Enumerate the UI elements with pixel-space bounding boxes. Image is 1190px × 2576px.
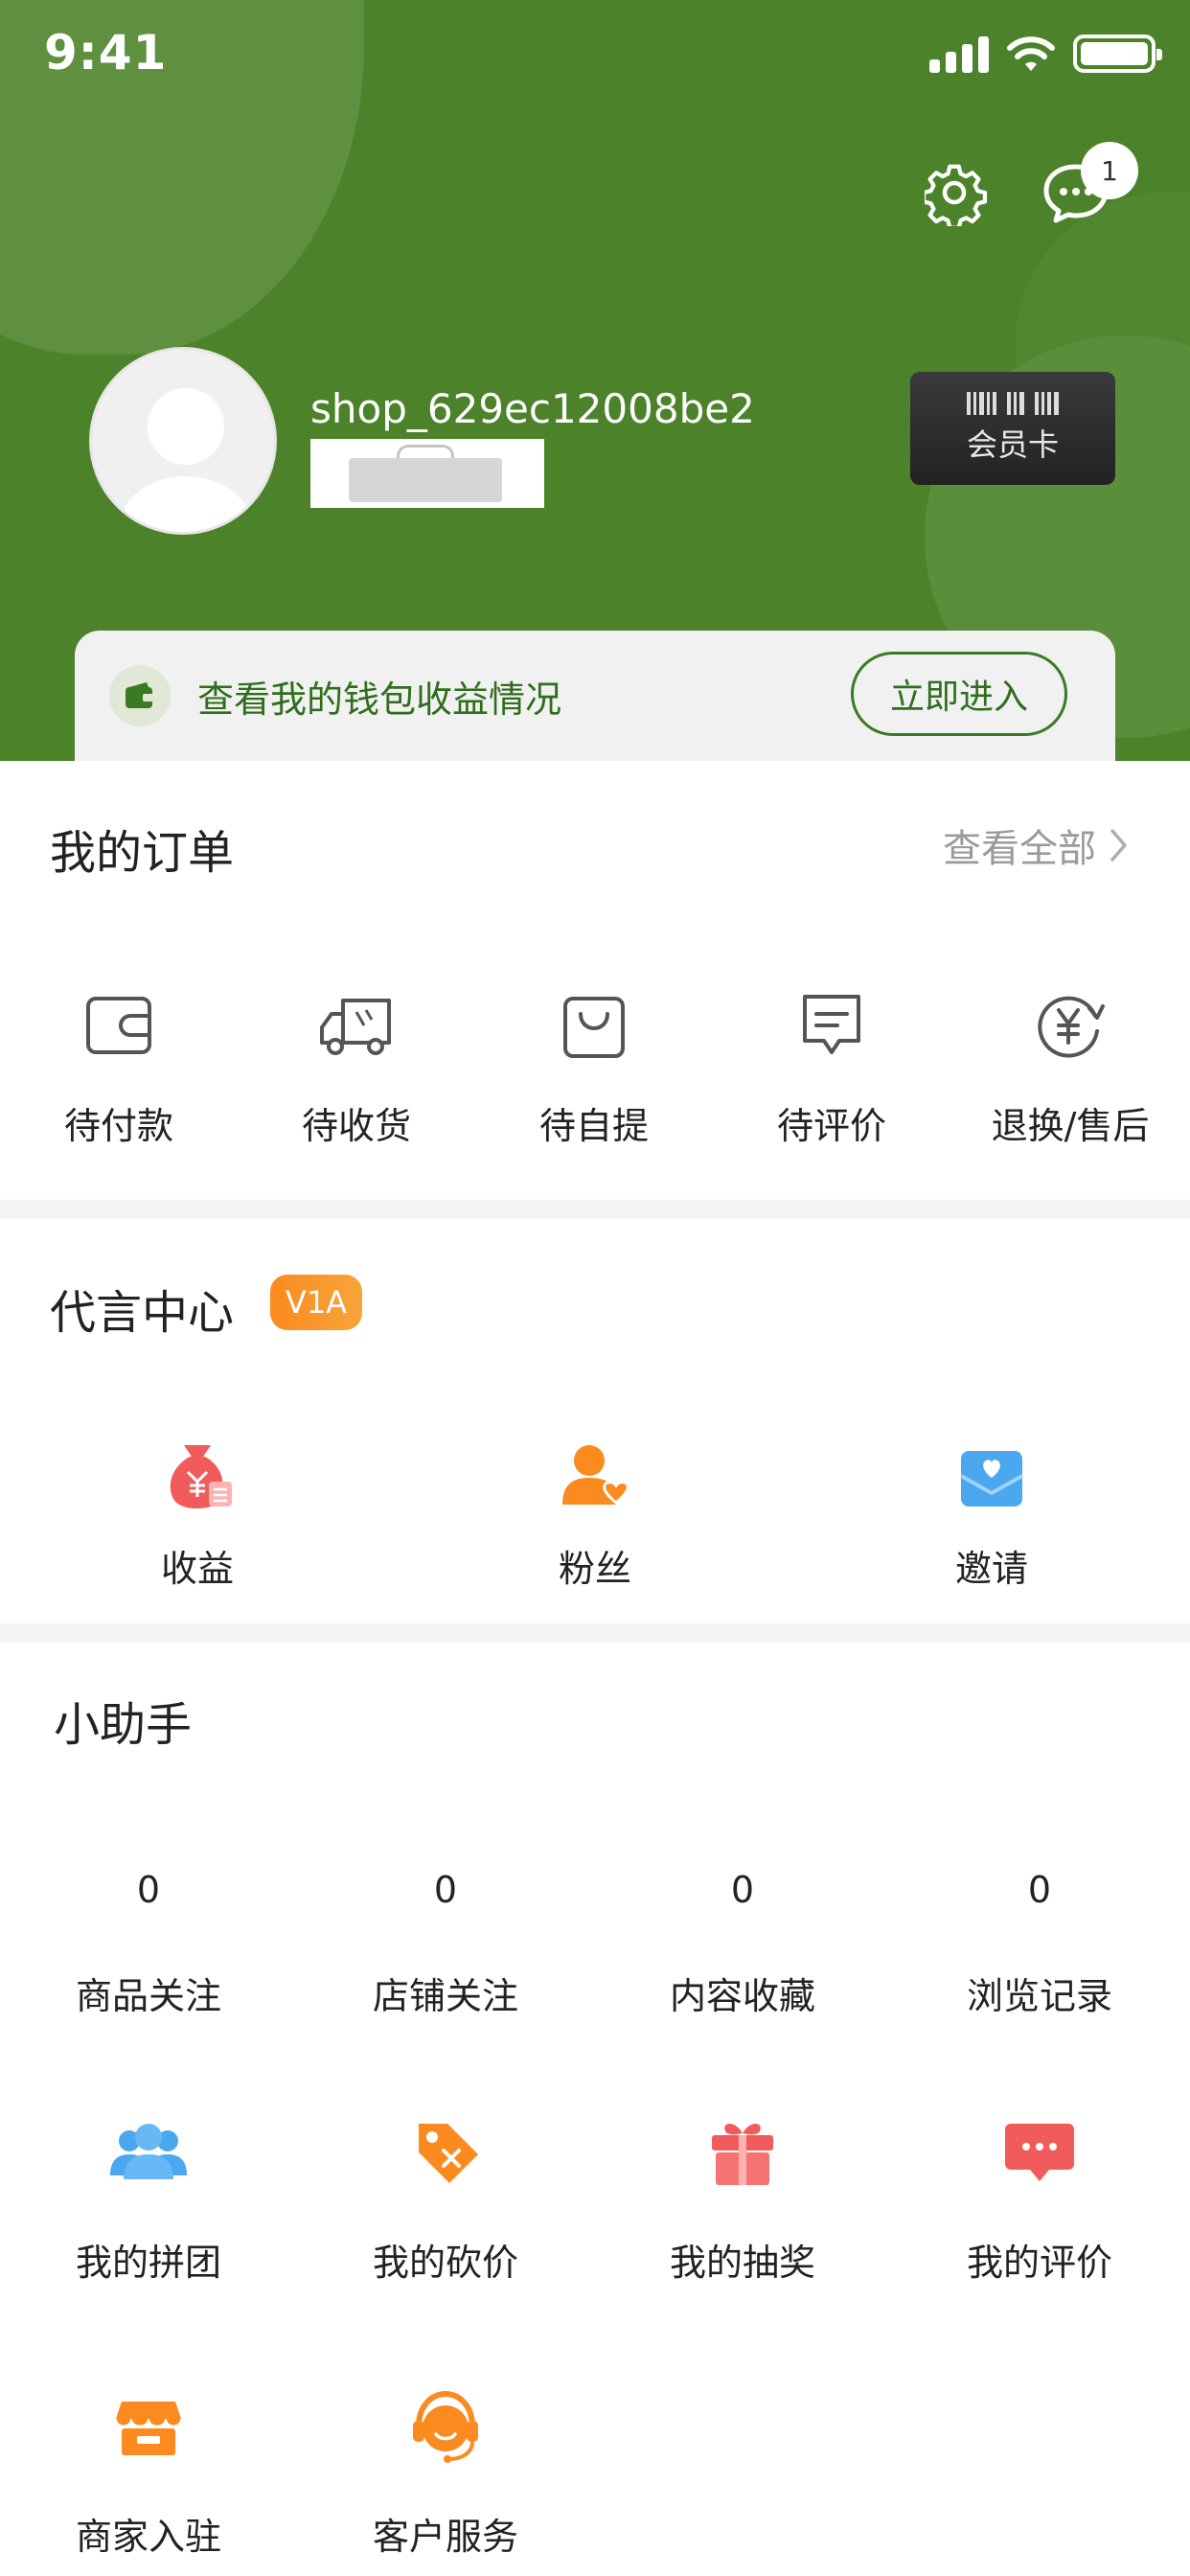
review-bubble-icon <box>1005 2124 1074 2181</box>
order-item-label: 退换/售后 <box>991 1105 1150 1147</box>
level-badge: V1A <box>270 1275 362 1330</box>
comment-icon <box>803 995 860 1054</box>
spokesperson-fans[interactable]: 粉丝 <box>451 1438 739 1592</box>
tool-customer-service[interactable]: 客户服务 <box>297 2386 594 2560</box>
stat-label: 店铺关注 <box>372 1975 518 2017</box>
view-all-orders-link[interactable]: 查看全部 <box>943 817 1129 873</box>
settings-gear-icon[interactable] <box>925 163 988 226</box>
section-divider <box>0 1623 1190 1643</box>
tool-my-bargain[interactable]: 我的砍价 <box>297 2112 594 2286</box>
spokesperson-section-title: 代言中心 <box>50 1286 235 1340</box>
tool-my-group-buy[interactable]: 我的拼团 <box>0 2112 297 2286</box>
tool-label: 商家入驻 <box>75 2516 221 2558</box>
status-bar-indicators <box>929 34 1162 73</box>
wallet-banner[interactable]: 查看我的钱包收益情况 立即进入 <box>75 631 1115 761</box>
spokesperson-item-label: 粉丝 <box>558 1548 631 1590</box>
vip-card-label: 会员卡 <box>966 426 1059 463</box>
barcode-icon <box>967 392 1059 415</box>
truck-icon <box>320 999 391 1055</box>
cellular-signal-icon <box>929 34 989 73</box>
wallet-icon <box>86 997 151 1054</box>
wallet-prompt-text: 查看我的钱包收益情况 <box>197 678 562 721</box>
order-item-label: 待自提 <box>538 1105 649 1147</box>
tool-label: 客户服务 <box>372 2516 518 2558</box>
username: shop_629ec12008be2 <box>310 385 755 432</box>
spokesperson-item-label: 收益 <box>160 1548 234 1590</box>
order-pending-pickup[interactable]: 待自提 <box>475 987 713 1149</box>
spokesperson-item-label: 邀请 <box>954 1548 1028 1590</box>
message-count-badge: 1 <box>1081 142 1138 199</box>
status-bar-time: 9:41 <box>44 25 168 80</box>
stat-count: 0 <box>433 1869 458 1911</box>
stat-content-favorites[interactable]: 0 内容收藏 <box>594 1869 891 2019</box>
store-icon <box>115 2402 182 2455</box>
shopping-bag-icon <box>563 997 625 1058</box>
tool-label: 我的评价 <box>966 2242 1112 2284</box>
tool-label: 我的砍价 <box>372 2242 518 2284</box>
money-bag-icon <box>170 1445 232 1508</box>
stat-label: 内容收藏 <box>669 1975 815 2017</box>
orders-section-title: 我的订单 <box>50 826 235 880</box>
stat-count: 0 <box>136 1869 161 1911</box>
group-buy-icon <box>110 2124 187 2179</box>
stat-browse-history[interactable]: 0 浏览记录 <box>891 1869 1188 2019</box>
wallet-icon <box>109 665 171 726</box>
order-item-label: 待收货 <box>301 1105 411 1147</box>
invite-envelope-icon <box>960 1451 1023 1506</box>
chevron-right-icon <box>1110 829 1127 862</box>
assistant-section-title: 小助手 <box>54 1698 193 1752</box>
order-item-label: 待付款 <box>63 1105 173 1147</box>
fans-icon <box>562 1445 629 1505</box>
tool-merchant-settle[interactable]: 商家入驻 <box>0 2386 297 2560</box>
stat-count: 0 <box>1027 1869 1052 1911</box>
tool-label: 我的抽奖 <box>669 2242 815 2284</box>
tool-label: 我的拼团 <box>75 2242 221 2284</box>
vip-card-button[interactable]: 会员卡 <box>910 372 1115 485</box>
refund-icon <box>1038 996 1105 1058</box>
view-all-label: 查看全部 <box>943 827 1096 871</box>
order-pending-delivery[interactable]: 待收货 <box>238 987 475 1149</box>
stat-store-follows[interactable]: 0 店铺关注 <box>297 1869 594 2019</box>
spokesperson-invite[interactable]: 邀请 <box>848 1438 1135 1592</box>
battery-icon <box>1073 34 1162 73</box>
tool-my-reviews[interactable]: 我的评价 <box>891 2112 1188 2286</box>
member-level-image <box>310 439 544 508</box>
stat-count: 0 <box>730 1869 755 1911</box>
bargain-tag-icon <box>419 2124 478 2183</box>
order-item-label: 待评价 <box>776 1105 886 1147</box>
stat-product-follows[interactable]: 0 商品关注 <box>0 1869 297 2019</box>
order-pending-review[interactable]: 待评价 <box>713 987 950 1149</box>
section-divider <box>0 1200 1190 1219</box>
tool-my-lottery[interactable]: 我的抽奖 <box>594 2112 891 2286</box>
customer-service-icon <box>413 2390 478 2463</box>
profile-header: 9:41 1 shop_629ec12008be2 会员卡 查看我的钱包收益情况… <box>0 0 1190 761</box>
stat-label: 浏览记录 <box>966 1975 1112 2017</box>
stat-label: 商品关注 <box>75 1975 221 2017</box>
avatar[interactable] <box>89 347 277 535</box>
order-refund-aftersale[interactable]: 退换/售后 <box>950 987 1190 1149</box>
enter-wallet-button[interactable]: 立即进入 <box>851 652 1067 736</box>
order-pending-payment[interactable]: 待付款 <box>0 987 238 1149</box>
wifi-icon <box>1007 36 1055 71</box>
spokesperson-earnings[interactable]: 收益 <box>54 1438 341 1592</box>
gift-box-icon <box>712 2124 773 2185</box>
